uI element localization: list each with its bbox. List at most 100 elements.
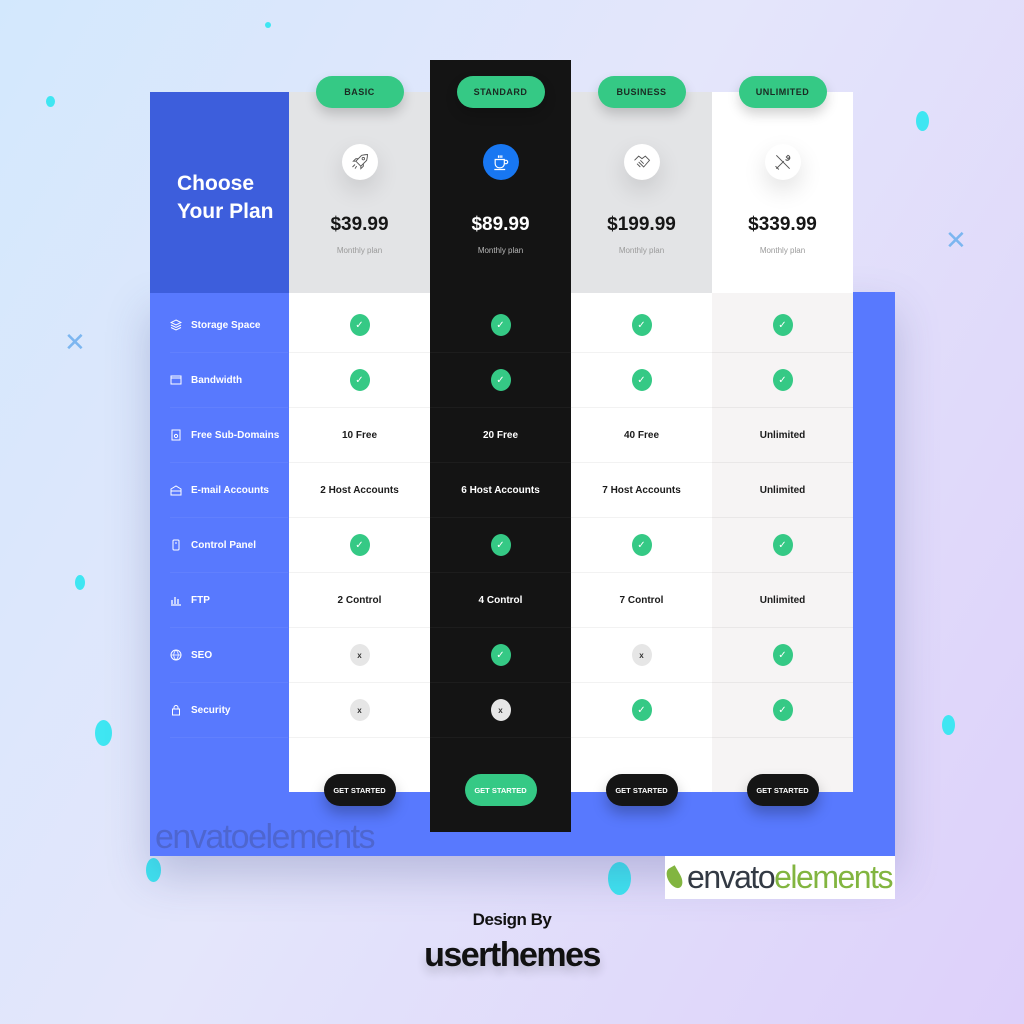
- feature-label-text: Free Sub-Domains: [191, 429, 280, 441]
- plan-name-badge: STANDARD: [456, 76, 545, 108]
- design-by-label: Design By: [472, 910, 552, 929]
- check-icon: ✓: [631, 369, 652, 391]
- plan-header: [430, 92, 571, 293]
- check-icon: ✓: [631, 534, 652, 556]
- envato-logo-text-1: envato: [687, 859, 776, 895]
- feature-cell: ✓: [289, 353, 430, 408]
- decor-dot: [75, 575, 85, 590]
- feature-cell: x: [289, 683, 430, 738]
- feature-cell: ✓: [571, 683, 712, 738]
- feature-cell: ✓: [430, 298, 571, 353]
- feature-label: FTP: [170, 573, 288, 628]
- feature-cell: Unlimited: [712, 463, 853, 518]
- plan-price: $89.99: [471, 214, 530, 235]
- cross-icon: x: [490, 699, 511, 721]
- check-icon: ✓: [490, 534, 511, 556]
- feature-cell: x: [571, 628, 712, 683]
- feature-cell: ✓: [430, 628, 571, 683]
- feature-cell: ✓: [289, 518, 430, 573]
- feature-value: Unlimited: [759, 429, 806, 441]
- plan-name-badge: BASIC: [315, 76, 404, 108]
- feature-value: 10 Free: [341, 429, 378, 441]
- get-started-button[interactable]: GET STARTED: [605, 774, 678, 806]
- brand-name: userthemes: [424, 936, 601, 974]
- check-icon: ✓: [631, 699, 652, 721]
- cross-icon: x: [631, 644, 652, 666]
- plan-name-badge: UNLIMITED: [738, 76, 827, 108]
- feature-cell: ✓: [430, 353, 571, 408]
- check-icon: ✓: [490, 369, 511, 391]
- plan-header: [289, 92, 430, 293]
- plan-price: $339.99: [748, 214, 817, 235]
- feature-label: Free Sub-Domains: [170, 408, 288, 463]
- check-icon: ✓: [772, 699, 793, 721]
- feature-label-text: Control Panel: [191, 539, 257, 551]
- cross-icon: x: [349, 699, 370, 721]
- check-icon: ✓: [772, 369, 793, 391]
- feature-value: 7 Control: [619, 594, 664, 606]
- feature-value: Unlimited: [759, 594, 806, 606]
- decor-x-icon: ✕: [64, 328, 86, 358]
- tools-icon: [764, 144, 801, 180]
- plan-period: Monthly plan: [477, 246, 524, 255]
- decor-dot: [46, 96, 55, 107]
- feature-label: SEO: [170, 628, 288, 683]
- feature-cell: ✓: [712, 683, 853, 738]
- domain-icon: [170, 429, 182, 441]
- decor-dot: [942, 715, 955, 735]
- cross-icon: x: [349, 644, 370, 666]
- feature-cell: 2 Control: [289, 573, 430, 628]
- feature-value: 2 Control: [337, 594, 382, 606]
- watermark-text-2: elements: [248, 818, 375, 856]
- feature-label: Control Panel: [170, 518, 288, 573]
- check-icon: ✓: [631, 314, 652, 336]
- plan-column-business: BUSINESS $199.99 Monthly plan ✓ ✓ 40 Free 7 Ho…: [571, 76, 712, 806]
- feature-cell: ✓: [571, 298, 712, 353]
- window-icon: [170, 374, 182, 386]
- feature-label-text: FTP: [191, 594, 210, 606]
- feature-cell: ✓: [571, 353, 712, 408]
- get-started-button[interactable]: GET STARTED: [464, 774, 537, 806]
- feature-cell: 20 Free: [430, 408, 571, 463]
- feature-label-text: Bandwidth: [191, 374, 243, 386]
- feature-cell: ✓: [712, 353, 853, 408]
- feature-value: Unlimited: [759, 484, 806, 496]
- feature-value: 2 Host Accounts: [320, 484, 399, 496]
- feature-cell: ✓: [712, 518, 853, 573]
- check-icon: ✓: [349, 369, 370, 391]
- plan-period: Monthly plan: [759, 246, 806, 255]
- feature-label: E-mail Accounts: [170, 463, 288, 518]
- globe-icon: [170, 649, 182, 661]
- envato-logo: envato elements: [663, 856, 895, 899]
- decor-dot: [608, 862, 631, 895]
- feature-cell: x: [430, 683, 571, 738]
- decor-dot: [916, 111, 929, 131]
- feature-value: 4 Control: [478, 594, 523, 606]
- get-started-button[interactable]: GET STARTED: [746, 774, 819, 806]
- check-icon: ✓: [772, 644, 793, 666]
- decor-dot: [95, 720, 112, 746]
- feature-cell: x: [289, 628, 430, 683]
- envato-watermark-faded: envatoelements: [155, 818, 376, 857]
- feature-cell: 4 Control: [430, 573, 571, 628]
- feature-cell: 6 Host Accounts: [430, 463, 571, 518]
- chart-bars-icon: [170, 594, 182, 606]
- feature-value: 7 Host Accounts: [602, 484, 681, 496]
- feature-cell: 40 Free: [571, 408, 712, 463]
- plan-period: Monthly plan: [618, 246, 665, 255]
- feature-label-text: SEO: [191, 649, 213, 661]
- feature-label-text: E-mail Accounts: [191, 484, 269, 496]
- feature-value: 20 Free: [482, 429, 519, 441]
- envato-logo-text-2: elements: [774, 859, 893, 895]
- check-icon: ✓: [490, 314, 511, 336]
- plan-price: $199.99: [607, 214, 676, 235]
- decor-dot: [265, 22, 271, 28]
- get-started-button[interactable]: GET STARTED: [323, 774, 396, 806]
- feature-cell: ✓: [712, 628, 853, 683]
- layers-icon: [170, 319, 182, 331]
- feature-cell: Unlimited: [712, 573, 853, 628]
- plan-period: Monthly plan: [336, 246, 383, 255]
- coffee-cup-icon: [482, 144, 519, 180]
- watermark-text-1: envato: [155, 818, 250, 856]
- feature-cell: 7 Control: [571, 573, 712, 628]
